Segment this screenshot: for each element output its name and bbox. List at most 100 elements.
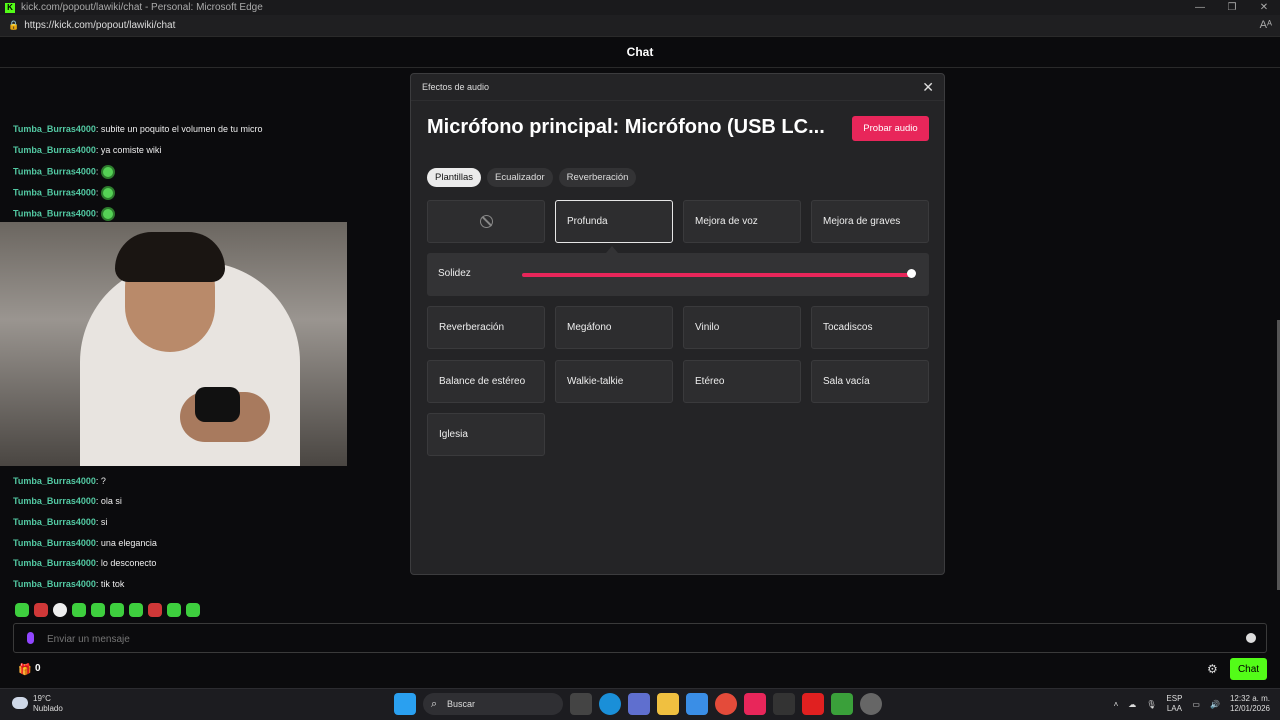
message-text: : tik tok xyxy=(95,579,125,589)
selection-pointer xyxy=(606,246,618,253)
lang-layout: LAA xyxy=(1166,704,1182,713)
gift-icon[interactable]: 🎁 xyxy=(18,663,32,676)
minimize-icon[interactable]: — xyxy=(1184,0,1216,15)
tab-reverb[interactable]: Reverberación xyxy=(558,168,637,187)
send-chat-button[interactable]: Chat xyxy=(1230,658,1267,680)
username[interactable]: Tumba_Burras4000 xyxy=(13,187,96,197)
username[interactable]: Tumba_Burras4000 xyxy=(13,208,96,218)
chat-message: Tumba_Burras4000: una elegancia xyxy=(13,538,157,548)
username[interactable]: Tumba_Burras4000 xyxy=(13,517,96,527)
microphone-icon[interactable] xyxy=(27,632,34,644)
close-window-icon[interactable]: ✕ xyxy=(1248,0,1280,15)
username[interactable]: Tumba_Burras4000 xyxy=(13,579,96,589)
clock-time: 12:32 a. m. xyxy=(1229,694,1270,703)
windows-start-icon[interactable] xyxy=(394,693,416,715)
preset-turntable[interactable]: Tocadiscos xyxy=(811,306,929,349)
address-bar[interactable]: 🔒 https://kick.com/popout/lawiki/chat Aᴬ xyxy=(0,15,1280,37)
steam-icon[interactable] xyxy=(860,693,882,715)
username[interactable]: Tumba_Burras4000 xyxy=(13,124,96,134)
chat-message: Tumba_Burras4000: ya comiste wiki xyxy=(13,145,161,155)
tab-equalizer[interactable]: Ecualizador xyxy=(487,168,553,187)
mic-tray-icon[interactable]: 🎙 xyxy=(1146,700,1156,709)
close-icon[interactable]: ✕ xyxy=(922,79,934,96)
solidity-slider-handle[interactable] xyxy=(907,269,916,278)
chat-message: Tumba_Burras4000: subite un poquito el v… xyxy=(13,124,262,134)
username[interactable]: Tumba_Burras4000 xyxy=(13,538,96,548)
display-icon[interactable]: ▭ xyxy=(1192,700,1200,709)
emote-icon[interactable] xyxy=(186,603,200,617)
message-text: : si xyxy=(95,517,108,527)
solidity-slider-panel: Solidez xyxy=(427,253,929,296)
preset-walkie-talkie[interactable]: Walkie-talkie xyxy=(555,360,673,403)
emote-icon[interactable] xyxy=(34,603,48,617)
language-indicator[interactable]: ESP LAA xyxy=(1166,694,1182,714)
effect-tabs: Plantillas Ecualizador Reverberación xyxy=(427,168,637,187)
preset-none[interactable] xyxy=(427,200,545,243)
chat-message: Tumba_Burras4000: xyxy=(13,207,116,221)
solidity-slider-track[interactable] xyxy=(522,273,912,277)
minecraft-icon[interactable] xyxy=(831,693,853,715)
none-icon xyxy=(480,215,493,228)
emote-icon xyxy=(101,165,116,179)
streamer-hair xyxy=(115,232,225,282)
preset-profunda[interactable]: Profunda xyxy=(555,200,673,243)
username[interactable]: Tumba_Burras4000 xyxy=(13,496,96,506)
message-input[interactable] xyxy=(47,630,1227,648)
chat-message: Tumba_Burras4000: tik tok xyxy=(13,579,124,589)
chat-message: Tumba_Burras4000: xyxy=(13,165,116,179)
tab-templates[interactable]: Plantillas xyxy=(427,168,482,187)
restore-icon[interactable]: ❐ xyxy=(1216,0,1248,15)
preset-bass-boost[interactable]: Mejora de graves xyxy=(811,200,929,243)
tm-app-icon[interactable] xyxy=(773,693,795,715)
read-aloud-icon[interactable]: Aᴬ xyxy=(1260,19,1272,31)
message-text: : ola si xyxy=(95,496,122,506)
message-text: : xyxy=(95,187,99,198)
audio-effects-modal: Efectos de audio ✕ Micrófono principal: … xyxy=(410,73,945,575)
preset-megaphone[interactable]: Megáfono xyxy=(555,306,673,349)
username[interactable]: Tumba_Burras4000 xyxy=(13,476,96,486)
cloud-icon xyxy=(12,697,28,709)
message-text: : xyxy=(95,208,99,219)
clock[interactable]: 12:32 a. m. 12/01/2026 xyxy=(1230,694,1270,714)
message-text: : una elegancia xyxy=(95,538,157,548)
tiktok-icon[interactable] xyxy=(744,693,766,715)
emoji-picker-icon[interactable] xyxy=(1246,633,1256,643)
task-view-icon[interactable] xyxy=(570,693,592,715)
preset-ethereal[interactable]: Etéreo xyxy=(683,360,801,403)
username[interactable]: Tumba_Burras4000 xyxy=(13,558,96,568)
preset-church[interactable]: Iglesia xyxy=(427,413,545,456)
youtube-icon[interactable] xyxy=(802,693,824,715)
window-titlebar: K kick.com/popout/lawiki/chat - Personal… xyxy=(0,0,1280,15)
settings-gear-icon[interactable]: ⚙ xyxy=(1207,662,1218,676)
preset-reverb[interactable]: Reverberación xyxy=(427,306,545,349)
store-icon[interactable] xyxy=(686,693,708,715)
slider-label: Solidez xyxy=(438,268,471,279)
username[interactable]: Tumba_Burras4000 xyxy=(13,166,96,176)
emote-icon[interactable] xyxy=(15,603,29,617)
emote-icon[interactable] xyxy=(91,603,105,617)
weather-widget[interactable]: 19°C Nublado xyxy=(12,694,63,714)
emote-icon[interactable] xyxy=(53,603,67,617)
file-explorer-icon[interactable] xyxy=(657,693,679,715)
volume-icon[interactable]: 🔊 xyxy=(1210,700,1220,709)
preset-empty-room[interactable]: Sala vacía xyxy=(811,360,929,403)
chat-footer: 🎁 0 ⚙ Chat xyxy=(0,657,1280,682)
edge-icon[interactable] xyxy=(599,693,621,715)
emote-icon[interactable] xyxy=(72,603,86,617)
chrome-icon[interactable] xyxy=(715,693,737,715)
preset-vinyl[interactable]: Vinilo xyxy=(683,306,801,349)
username[interactable]: Tumba_Burras4000 xyxy=(13,145,96,155)
temperature: 19°C xyxy=(33,694,51,703)
emote-icon[interactable] xyxy=(110,603,124,617)
emote-icon[interactable] xyxy=(129,603,143,617)
network-icon[interactable]: ☁ xyxy=(1128,700,1136,709)
url-text[interactable]: https://kick.com/popout/lawiki/chat xyxy=(24,20,175,31)
chevron-up-icon[interactable]: ˄ xyxy=(1114,700,1119,709)
test-audio-button[interactable]: Probar audio xyxy=(852,116,929,141)
preset-voice-enhance[interactable]: Mejora de voz xyxy=(683,200,801,243)
taskbar-search[interactable]: Buscar xyxy=(423,693,563,715)
preset-stereo-balance[interactable]: Balance de estéreo xyxy=(427,360,545,403)
emote-icon[interactable] xyxy=(167,603,181,617)
emote-icon[interactable] xyxy=(148,603,162,617)
copilot-icon[interactable] xyxy=(628,693,650,715)
